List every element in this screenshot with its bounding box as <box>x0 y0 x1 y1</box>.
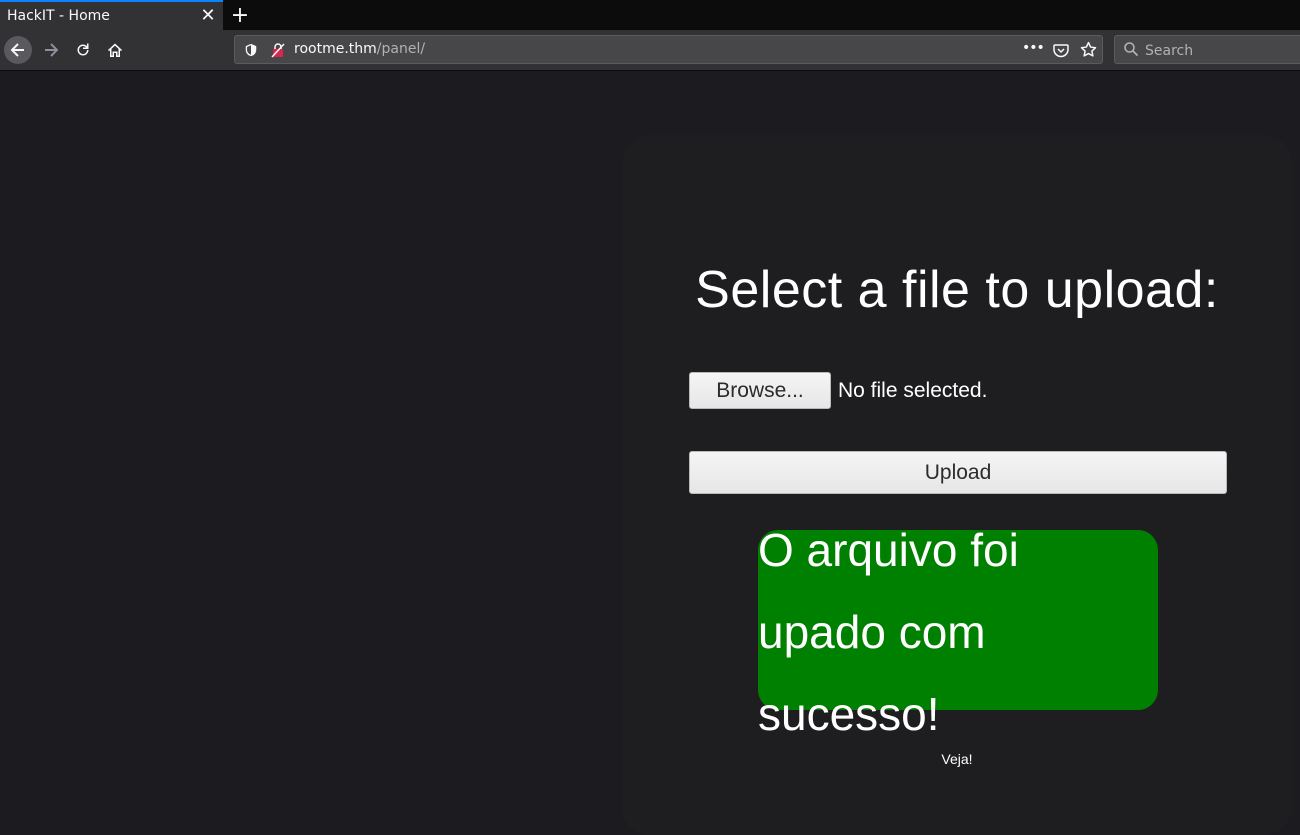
file-input[interactable]: Browse... No file selected. <box>689 372 987 409</box>
tab-strip: HackIT - Home ✕ + <box>0 0 1300 30</box>
navigation-toolbar: rootme.thm/panel/ ••• <box>0 30 1300 71</box>
pocket-icon[interactable] <box>1053 42 1069 58</box>
home-button[interactable] <box>101 36 129 64</box>
search-icon <box>1124 42 1139 57</box>
search-input[interactable] <box>1143 40 1297 62</box>
browse-button[interactable]: Browse... <box>689 372 831 409</box>
bookmark-star-icon[interactable] <box>1080 41 1097 58</box>
close-tab-icon[interactable]: ✕ <box>198 6 218 26</box>
file-status-text: No file selected. <box>838 378 988 402</box>
address-bar[interactable]: rootme.thm/panel/ ••• <box>234 35 1103 64</box>
back-button[interactable] <box>4 36 32 64</box>
upload-button[interactable]: Upload <box>689 451 1227 494</box>
success-message: O arquivo foi upado com sucesso! <box>758 524 1019 740</box>
tracking-protection-shield-icon[interactable] <box>244 43 258 57</box>
url-host: rootme.thm <box>294 41 377 57</box>
page-viewport: Select a file to upload: Browse... No fi… <box>0 71 1300 835</box>
insecure-lock-icon[interactable] <box>271 43 285 58</box>
reload-button[interactable] <box>69 36 97 64</box>
home-icon <box>108 43 122 57</box>
page-actions-icon[interactable]: ••• <box>1022 40 1045 56</box>
upload-panel: Select a file to upload: Browse... No fi… <box>622 135 1292 835</box>
forward-button[interactable] <box>37 36 65 64</box>
url-path: /panel/ <box>376 41 426 57</box>
tab-active[interactable]: HackIT - Home ✕ <box>0 0 223 30</box>
reload-icon <box>77 43 89 56</box>
new-tab-button[interactable]: + <box>225 0 255 30</box>
veja-link[interactable]: Veja! <box>622 751 1292 767</box>
upload-heading: Select a file to upload: <box>695 261 1219 319</box>
url-text: rootme.thm/panel/ <box>294 41 425 57</box>
arrow-left-icon <box>10 43 24 57</box>
arrow-right-icon <box>45 43 59 57</box>
tab-title: HackIT - Home <box>7 8 110 24</box>
search-bar[interactable] <box>1114 35 1300 64</box>
